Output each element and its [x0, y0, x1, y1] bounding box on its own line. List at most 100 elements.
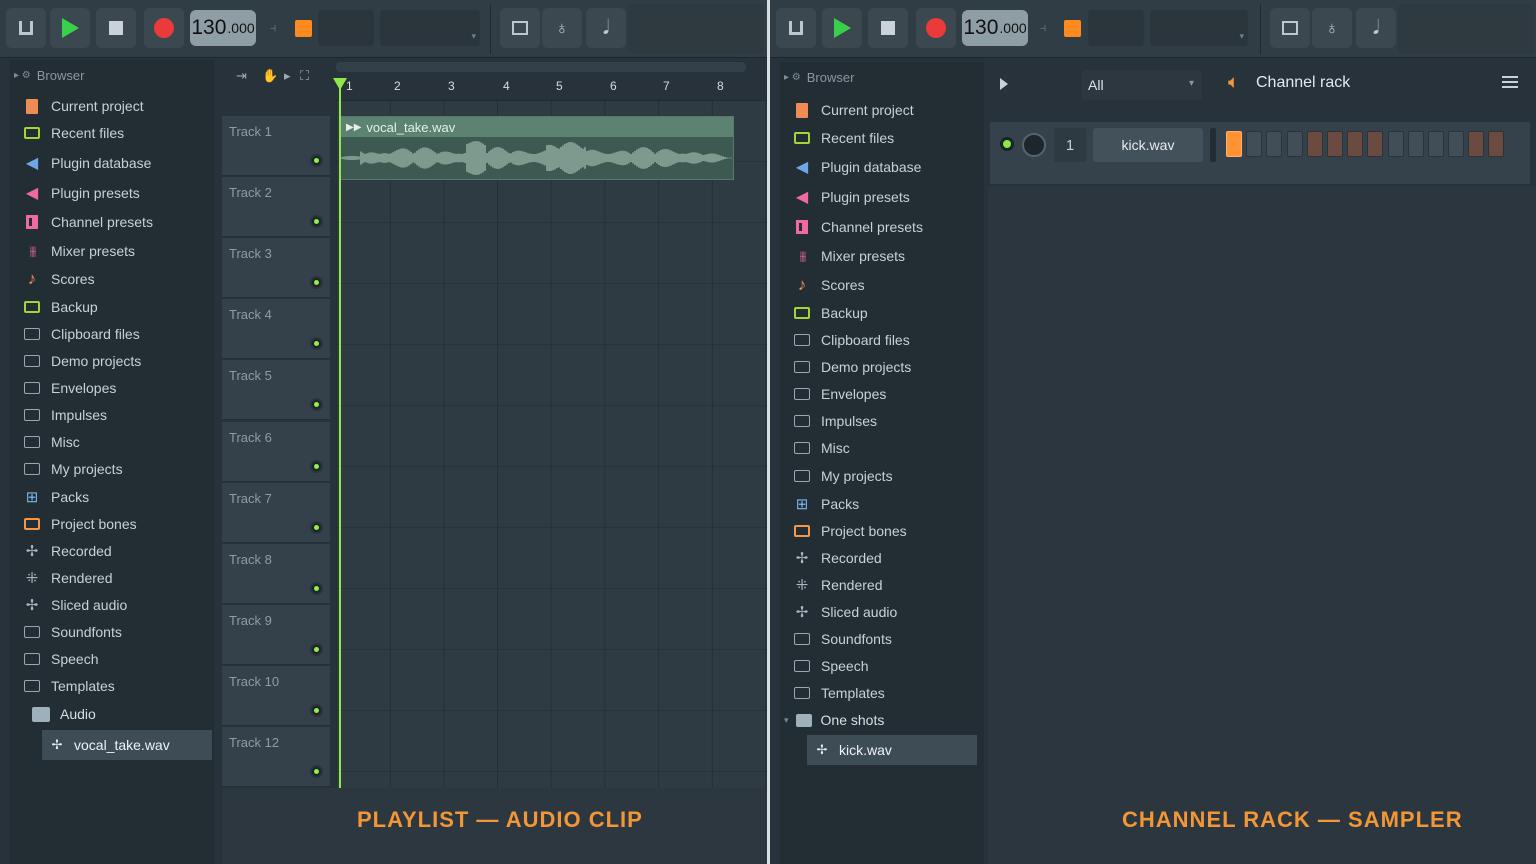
track-header[interactable]: Track 3: [222, 238, 330, 299]
stop-button[interactable]: [868, 8, 908, 48]
step-button[interactable]: [1427, 131, 1444, 157]
track-mute-led[interactable]: [310, 520, 323, 534]
browser-item[interactable]: ♪ Scores: [10, 266, 214, 292]
pattern-color-swatch[interactable]: [295, 20, 312, 37]
browser-item[interactable]: ✢ Sliced audio: [10, 592, 214, 618]
snap-dropdown[interactable]: [1150, 10, 1248, 46]
track-header[interactable]: Track 8: [222, 543, 330, 604]
browser-item[interactable]: Demo projects: [10, 348, 214, 374]
step-button[interactable]: [1448, 131, 1465, 157]
channel-rack-menu-icon[interactable]: [1502, 76, 1518, 91]
channel-filter-dropdown[interactable]: All: [1082, 70, 1202, 100]
step-button[interactable]: [1367, 131, 1384, 157]
channel-mute-led[interactable]: [1000, 137, 1014, 151]
tempo-display[interactable]: 130.000: [962, 10, 1028, 46]
browser-item[interactable]: ◀ Plugin presets: [780, 184, 984, 210]
browser-item[interactable]: Envelopes: [780, 381, 984, 407]
audio-clip[interactable]: ▶▶ vocal_take.wav: [340, 116, 734, 180]
browser-item[interactable]: ⁜ Rendered: [10, 565, 214, 591]
step-button[interactable]: [1347, 131, 1364, 157]
browser-item[interactable]: Speech: [780, 653, 984, 679]
track-header[interactable]: Track 6: [222, 421, 330, 482]
record-button[interactable]: [144, 8, 184, 48]
browser-item[interactable]: Recent files: [780, 125, 984, 151]
play-button[interactable]: [822, 8, 862, 48]
playlist-horizontal-scrollbar[interactable]: [336, 62, 746, 72]
step-button[interactable]: [1488, 131, 1505, 157]
browser-item[interactable]: Clipboard files: [10, 321, 214, 347]
channel-volume-knob[interactable]: [1022, 133, 1046, 157]
view-button[interactable]: [1270, 8, 1310, 48]
track-mute-led[interactable]: [310, 642, 323, 656]
browser-item[interactable]: ✢ Sliced audio: [780, 599, 984, 625]
track-mute-led[interactable]: [310, 703, 323, 717]
browser-file-selected[interactable]: ✢ vocal_take.wav: [42, 730, 212, 760]
browser-item[interactable]: My projects: [780, 463, 984, 489]
channel-name-button[interactable]: kick.wav: [1093, 128, 1203, 162]
pattern-song-toggle-button[interactable]: [776, 8, 816, 48]
track-mute-led[interactable]: [310, 276, 323, 290]
view-button[interactable]: [500, 8, 540, 48]
browser-item[interactable]: ⫲⫲ Mixer presets: [780, 243, 984, 269]
browser-menu-icon[interactable]: ▸ ⚙: [14, 70, 31, 81]
browser-item[interactable]: ⊞ Packs: [10, 484, 214, 510]
browser-item[interactable]: Speech: [10, 646, 214, 672]
channel-rack-collapse-arrow[interactable]: [1000, 78, 1008, 90]
track-mute-led[interactable]: [310, 398, 323, 412]
step-button-on[interactable]: [1226, 131, 1242, 157]
step-button[interactable]: [1266, 131, 1283, 157]
pattern-selector[interactable]: [1088, 10, 1144, 46]
track-mute-led[interactable]: [310, 337, 323, 351]
track-header[interactable]: Track 1: [222, 116, 330, 176]
browser-item[interactable]: Templates: [10, 673, 214, 699]
browser-folder-open[interactable]: Audio: [10, 701, 214, 727]
record-button[interactable]: [916, 8, 956, 48]
browser-item[interactable]: ✢ Recorded: [10, 538, 214, 564]
snap-dropdown[interactable]: [380, 10, 480, 46]
browser-item[interactable]: Impulses: [780, 408, 984, 434]
browser-item[interactable]: Project bones: [780, 518, 984, 544]
browser-item[interactable]: ✢ Recorded: [780, 545, 984, 571]
step-button[interactable]: [1387, 131, 1404, 157]
metronome-button[interactable]: ♁: [542, 8, 582, 48]
pattern-color-swatch[interactable]: [1064, 20, 1081, 37]
browser-item[interactable]: Demo projects: [780, 354, 984, 380]
browser-item[interactable]: Templates: [780, 680, 984, 706]
browser-item[interactable]: Impulses: [10, 402, 214, 428]
channel-mixer-track[interactable]: 1: [1054, 128, 1086, 162]
tempo-display[interactable]: 130.000: [190, 10, 256, 46]
step-button[interactable]: [1326, 131, 1343, 157]
browser-folder-open[interactable]: ▾ One shots: [780, 707, 984, 733]
track-header[interactable]: Track 7: [222, 482, 330, 543]
playlist-arrow-icon[interactable]: ⇥: [236, 68, 247, 84]
browser-item[interactable]: Project bones: [10, 511, 214, 537]
browser-item[interactable]: ◀ Plugin presets: [10, 180, 214, 206]
playlist-grid[interactable]: [336, 100, 767, 788]
playlist-arrow-icon[interactable]: ▸: [284, 68, 291, 84]
track-mute-led[interactable]: [310, 154, 323, 167]
pattern-selector[interactable]: [318, 10, 374, 46]
step-button[interactable]: [1306, 131, 1323, 157]
wait-input-button[interactable]: 𝅘𝅥: [1356, 8, 1396, 48]
metronome-button[interactable]: ♁: [1312, 8, 1352, 48]
track-header[interactable]: Track 9: [222, 604, 330, 665]
step-button[interactable]: [1407, 131, 1424, 157]
step-button[interactable]: [1468, 131, 1485, 157]
browser-item[interactable]: Channel presets: [780, 214, 984, 240]
browser-item[interactable]: Clipboard files: [780, 327, 984, 353]
track-mute-led[interactable]: [310, 765, 323, 778]
browser-item[interactable]: ♪ Scores: [780, 272, 984, 298]
playhead-marker[interactable]: [333, 78, 347, 90]
browser-file-selected[interactable]: ✢ kick.wav: [807, 735, 977, 765]
browser-item[interactable]: Current project: [780, 97, 984, 123]
browser-item[interactable]: Soundfonts: [780, 626, 984, 652]
browser-item[interactable]: Backup: [10, 294, 214, 320]
wait-input-button[interactable]: 𝅘𝅥: [586, 8, 626, 48]
track-mute-led[interactable]: [310, 581, 323, 595]
browser-item[interactable]: Envelopes: [10, 375, 214, 401]
browser-item[interactable]: ⁜ Rendered: [780, 572, 984, 598]
stop-button[interactable]: [96, 8, 136, 48]
browser-menu-icon[interactable]: ▸ ⚙: [784, 72, 801, 83]
browser-item[interactable]: Recent files: [10, 120, 214, 146]
playlist-tool-icon[interactable]: ✋: [262, 68, 278, 84]
